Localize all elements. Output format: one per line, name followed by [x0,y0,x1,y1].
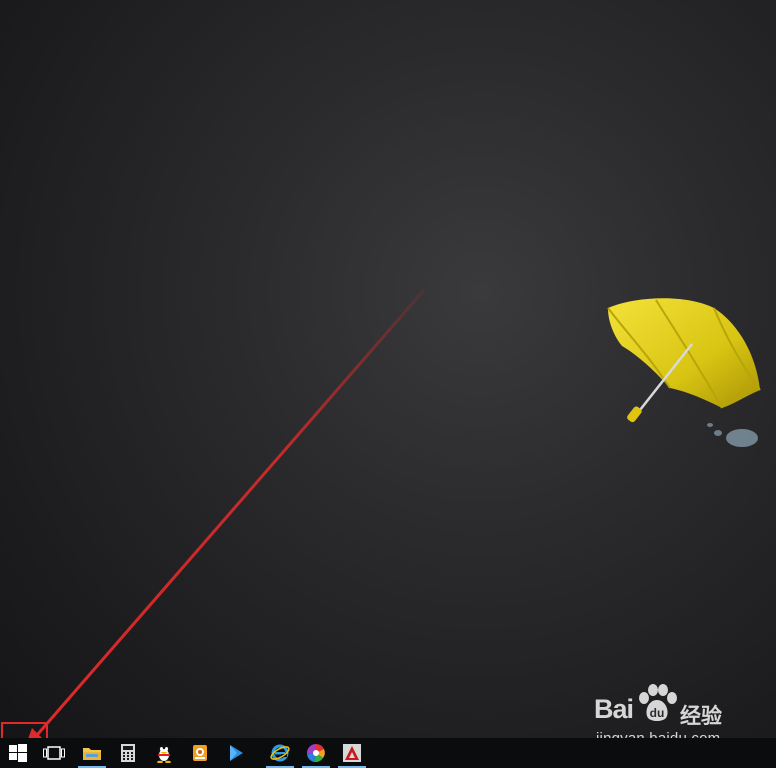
media-player-icon [230,745,243,761]
taskbar-internet-explorer[interactable] [262,738,298,768]
taskbar-media-app[interactable] [182,738,218,768]
windows-logo-icon [9,744,27,762]
svg-text:du: du [650,706,665,720]
qq-penguin-icon [157,744,171,763]
watermark-brand: Bai [594,694,634,724]
taskbar-media-player[interactable] [218,738,254,768]
taskbar-color-app[interactable] [298,738,334,768]
autocad-icon [343,744,361,762]
taskbar [0,738,776,768]
media-app-icon [193,745,207,761]
internet-explorer-icon [270,744,290,762]
watermark-brand-suffix: 经验 [680,705,722,728]
start-button[interactable] [0,738,36,768]
taskbar-file-explorer[interactable] [74,738,110,768]
file-explorer-icon [83,748,101,760]
color-wheel-icon [307,744,325,762]
task-view-icon [43,746,65,760]
taskbar-autocad[interactable] [334,738,370,768]
baidu-paw-icon: du [639,684,677,721]
task-view-button[interactable] [36,738,72,768]
taskbar-calculator[interactable] [110,738,146,768]
desktop[interactable]: Bai du 经验 jingyan.baidu.com [0,0,776,768]
annotation-arrow-line [22,289,426,751]
taskbar-qq[interactable] [146,738,182,768]
calculator-icon [121,744,135,762]
umbrella-wallpaper-art [607,298,761,447]
